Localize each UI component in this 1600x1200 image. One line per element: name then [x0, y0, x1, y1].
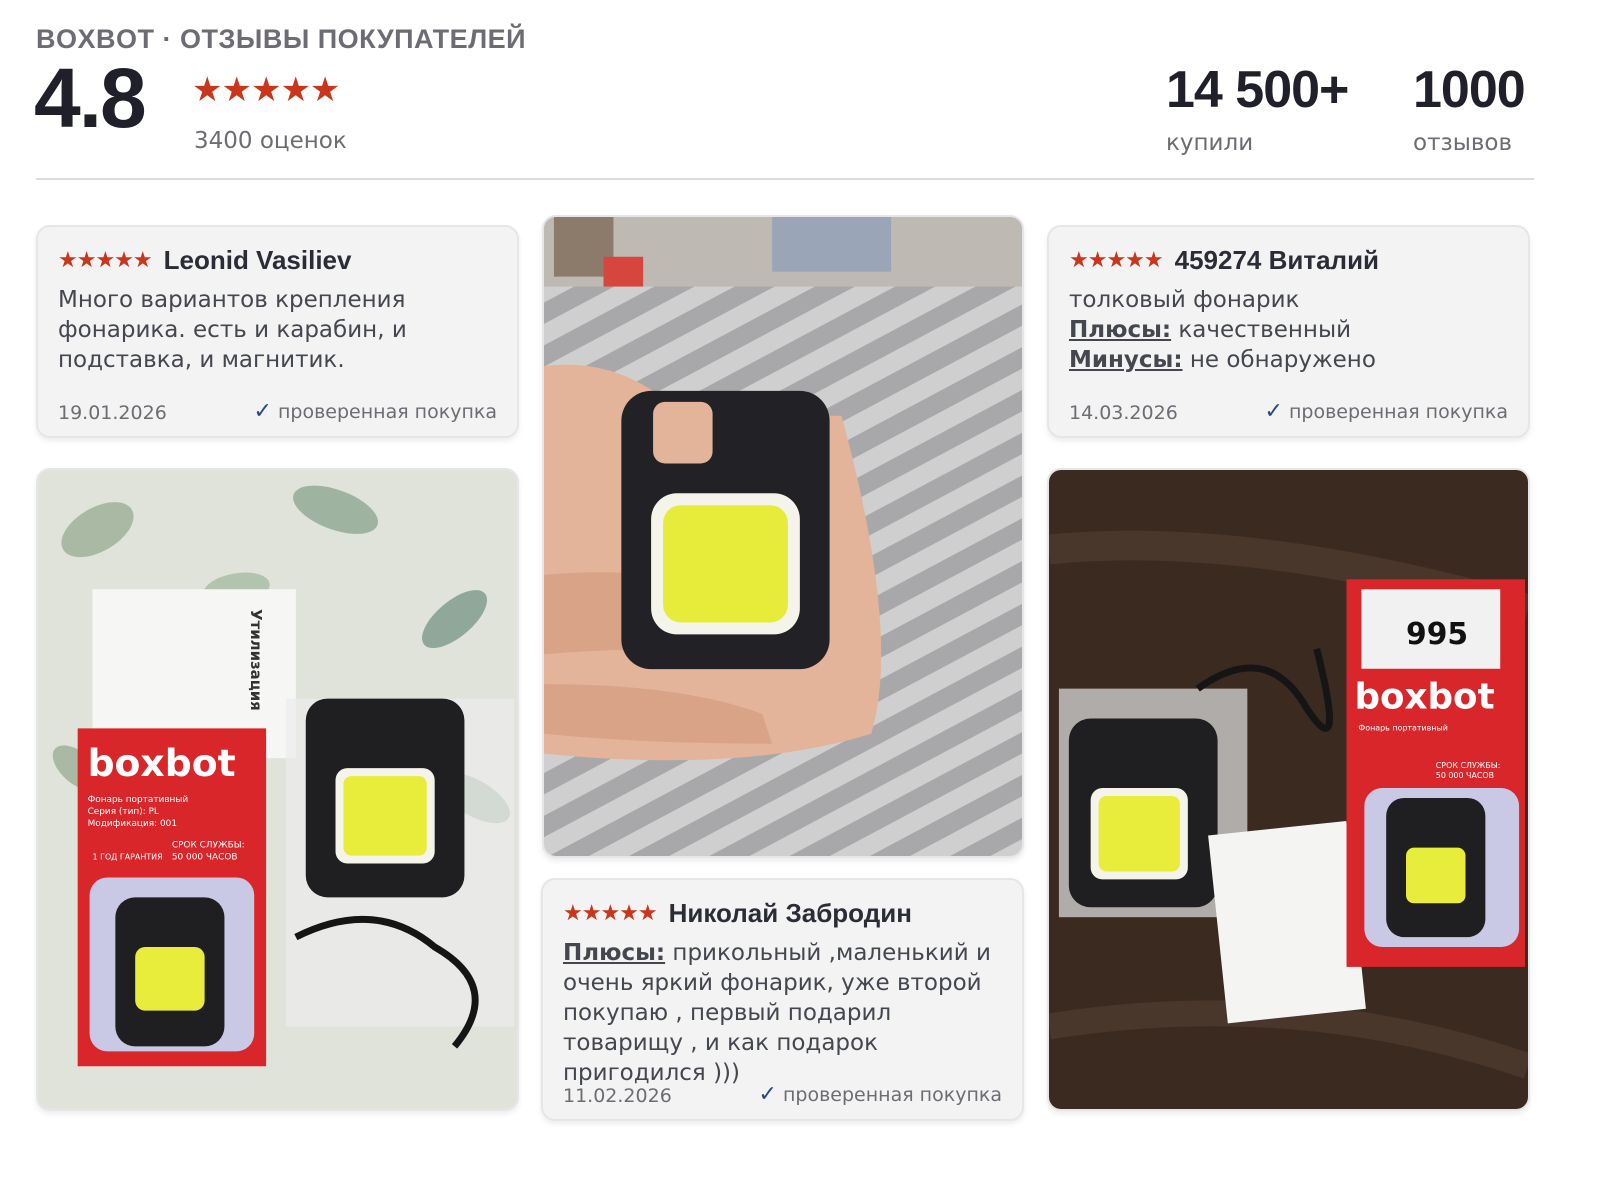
review-card-nikolay[interactable]: ★★★★★ Николай Забродин Плюсы: прикольный…	[541, 878, 1024, 1121]
average-rating-stars: ★★★★★	[192, 70, 340, 110]
review-date: 19.01.2026	[58, 402, 167, 424]
review-author: 459274 Виталий	[1174, 245, 1380, 275]
stat-purchased: 14 500+ купили	[1166, 61, 1349, 156]
photo-box-left-image: Утилизация boxbot Фонарь портативный Сер…	[38, 470, 517, 1109]
review-text: Плюсы: прикольный ,маленький и очень ярк…	[563, 938, 1004, 1088]
review-line: толковый фонарик	[1069, 287, 1300, 313]
review-date: 14.03.2026	[1069, 402, 1178, 424]
box-service: СРОК СЛУЖБЫ:	[172, 841, 245, 851]
verified-purchase: ✓ проверенная покупка	[254, 399, 497, 424]
review-text: Много вариантов крепления фонарика. есть…	[58, 287, 407, 373]
box-line1: Фонарь портативный	[88, 795, 189, 805]
checkmark-icon: ✓	[758, 1082, 777, 1107]
box-right-service: СРОК СЛУЖБЫ:	[1436, 761, 1501, 770]
verified-label: проверенная покупка	[1288, 401, 1508, 423]
box-sticker-code: 995	[1406, 617, 1468, 652]
pros-text: качественный	[1171, 317, 1352, 343]
review-stars: ★★★★★	[58, 248, 153, 273]
review-header: ★★★★★ 459274 Виталий	[1069, 245, 1379, 276]
review-photo-hand[interactable]	[542, 215, 1024, 858]
checkmark-icon: ✓	[1264, 399, 1283, 424]
cons-text: не обнаружено	[1182, 347, 1376, 373]
cons-label: Минусы:	[1069, 347, 1183, 373]
box-brand: boxbot	[88, 741, 236, 785]
review-stars: ★★★★★	[563, 901, 658, 926]
box-line3: Модификация: 001	[88, 819, 177, 829]
header-divider	[36, 178, 1534, 180]
verified-purchase: ✓ проверенная покупка	[759, 1082, 1002, 1107]
review-pros: Плюсы: качественный	[1069, 315, 1510, 345]
review-header: ★★★★★ Николай Забродин	[563, 898, 912, 929]
stat-reviews-value: 1000	[1413, 61, 1526, 119]
photo-hand-image	[544, 217, 1022, 856]
average-rating: 4.8	[34, 51, 147, 145]
verified-purchase: ✓ проверенная покупка	[1265, 399, 1508, 424]
review-header: ★★★★★ Leonid Vasiliev	[58, 245, 351, 276]
review-card-vitaliy[interactable]: ★★★★★ 459274 Виталий толковый фонарик Пл…	[1047, 225, 1530, 438]
review-author: Leonid Vasiliev	[163, 245, 352, 275]
box-hours: 50 000 ЧАСОВ	[172, 853, 238, 863]
ratings-count: 3400 оценок	[194, 128, 347, 154]
stat-purchased-value: 14 500+	[1166, 61, 1349, 119]
box-brand-right: boxbot	[1354, 676, 1494, 717]
verified-label: проверенная покупка	[782, 1084, 1002, 1106]
pros-label: Плюсы:	[1069, 317, 1172, 343]
review-cons: Минусы: не обнаружено	[1069, 345, 1510, 375]
review-author: Николай Забродин	[668, 898, 912, 928]
box-right-hours: 50 000 ЧАСОВ	[1436, 771, 1494, 780]
stat-reviews-label: отзывов	[1413, 130, 1513, 156]
stat-purchased-label: купили	[1166, 130, 1254, 156]
review-photo-box-left[interactable]: Утилизация boxbot Фонарь портативный Сер…	[36, 468, 519, 1111]
leaflet-title: Утилизация	[247, 609, 265, 711]
stat-reviews: 1000 отзывов	[1413, 61, 1526, 156]
photo-box-right-image: 995 boxbot Фонарь портативный СРОК СЛУЖБ…	[1049, 470, 1528, 1109]
box-right-line1: Фонарь портативный	[1358, 723, 1448, 732]
pros-label: Плюсы:	[563, 940, 666, 966]
box-line2: Серия (тип): PL	[88, 807, 159, 817]
checkmark-icon: ✓	[253, 399, 272, 424]
review-photo-box-right[interactable]: 995 boxbot Фонарь портативный СРОК СЛУЖБ…	[1047, 468, 1530, 1111]
review-date: 11.02.2026	[563, 1085, 672, 1107]
review-text: толковый фонарик Плюсы: качественный Мин…	[1069, 285, 1510, 375]
review-card-leonid[interactable]: ★★★★★ Leonid Vasiliev Много вариантов кр…	[36, 225, 519, 438]
verified-label: проверенная покупка	[277, 401, 497, 423]
box-warranty: 1 ГОД ГАРАНТИЯ	[93, 853, 163, 862]
review-stars: ★★★★★	[1069, 248, 1164, 273]
